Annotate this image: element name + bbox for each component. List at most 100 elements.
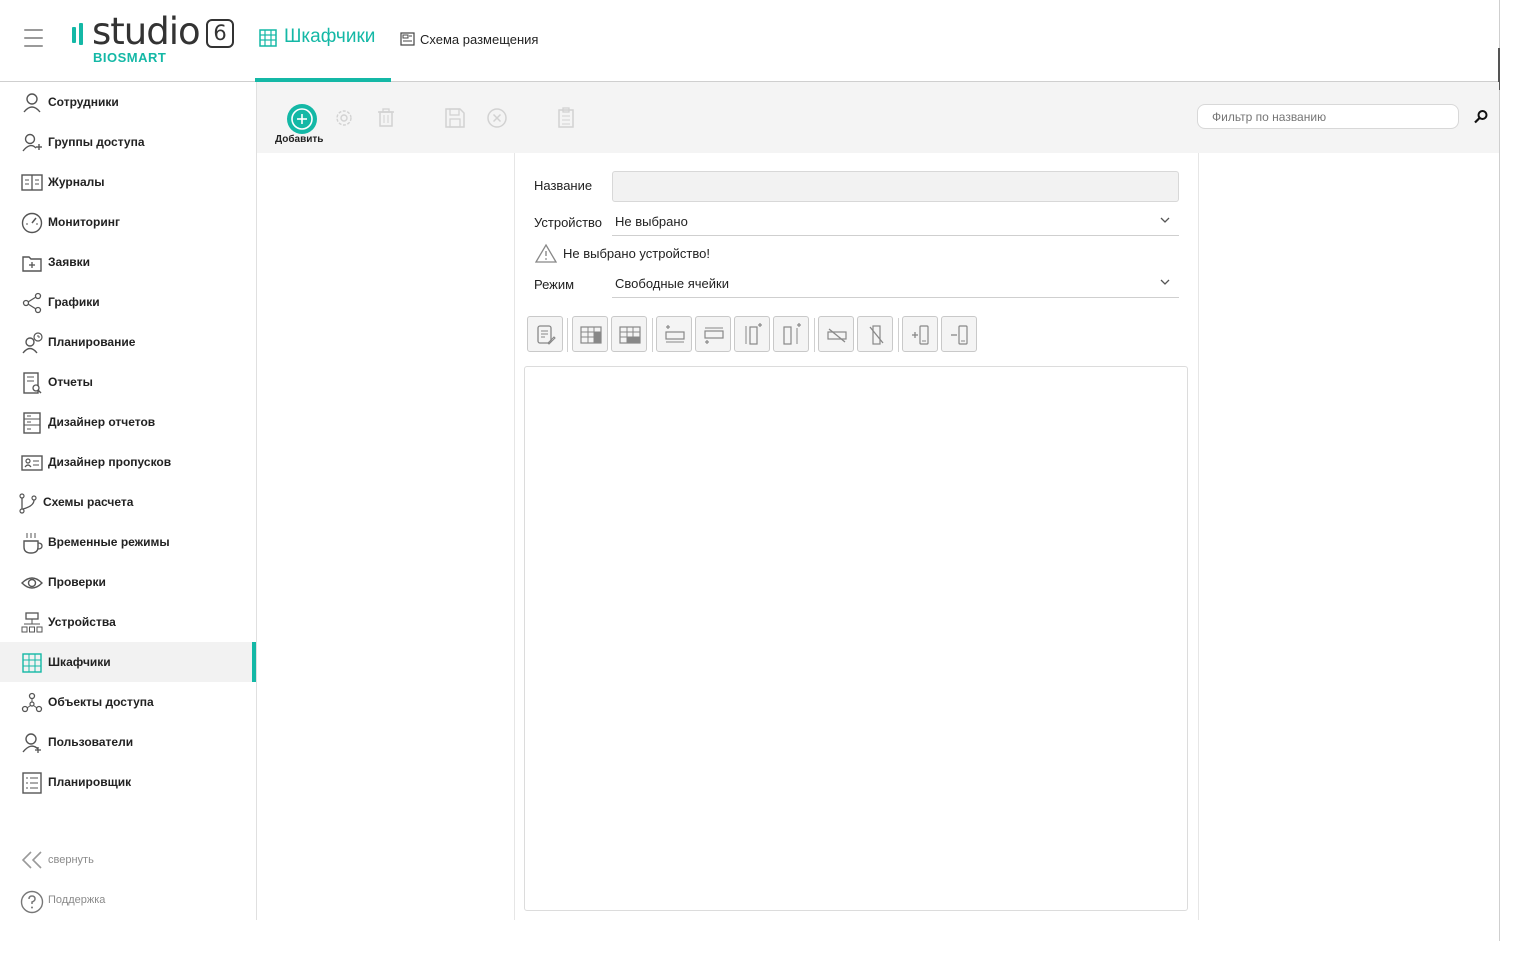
support-label: Поддержка: [48, 894, 106, 906]
edit-cell-button[interactable]: [527, 316, 563, 352]
logo-sub: BIOSMART: [93, 50, 167, 65]
deselect-cells-button[interactable]: [611, 316, 647, 352]
sidebar-item-scheduler[interactable]: Планировщик: [0, 762, 256, 802]
sidebar-item-planning[interactable]: Планирование: [0, 322, 256, 362]
sidebar-item-users[interactable]: Пользователи: [0, 722, 256, 762]
report-search-icon: [23, 372, 42, 394]
add-row-above-button[interactable]: [656, 316, 692, 352]
sidebar-item-requests[interactable]: Заявки: [0, 242, 256, 282]
close-circle-icon: [487, 108, 507, 128]
sidebar-item-reports[interactable]: Отчеты: [0, 362, 256, 402]
tab-lockers-label: Шкафчики: [284, 26, 376, 47]
sidebar-item-label: Графики: [48, 295, 100, 309]
sidebar-item-label: Проверки: [48, 575, 106, 589]
sidebar-item-time-modes[interactable]: Временные режимы: [0, 522, 256, 562]
add-cell-button[interactable]: [902, 316, 938, 352]
sidebar-item-label: Схемы расчета: [43, 495, 134, 509]
sidebar-item-lockers[interactable]: Шкафчики: [0, 642, 256, 682]
device-select-value: Не выбрано: [615, 214, 688, 229]
chevron-down-icon: [1160, 279, 1170, 285]
add-row-below-button[interactable]: [695, 316, 731, 352]
book-icon: [21, 174, 43, 191]
sidebar-item-label: Временные режимы: [48, 535, 170, 549]
nodes-icon: [21, 692, 43, 713]
delete-row-button[interactable]: [818, 316, 854, 352]
mode-select[interactable]: Свободные ячейки: [612, 273, 1179, 298]
clipboard-button[interactable]: [552, 104, 580, 132]
list-icon: [22, 772, 42, 794]
locker-icon: [22, 653, 42, 673]
sidebar-item-pass-designer[interactable]: Дизайнер пропусков: [0, 442, 256, 482]
sidebar-item-label: Группы доступа: [48, 135, 145, 149]
sidebar-item-journals[interactable]: Журналы: [0, 162, 256, 202]
column-delete-icon: [869, 325, 884, 345]
sidebar-item-label: Мониторинг: [48, 215, 120, 229]
user-plus-icon: [22, 733, 41, 753]
cell-remove-icon: [951, 325, 968, 345]
remove-cell-button[interactable]: [941, 316, 977, 352]
collapse-button[interactable]: свернуть: [0, 846, 256, 876]
cancel-button[interactable]: [483, 104, 511, 132]
logo-word: studio: [92, 10, 201, 53]
sidebar-item-label: Планирование: [48, 335, 136, 349]
sidebar-item-access-objects[interactable]: Объекты доступа: [0, 682, 256, 722]
device-select[interactable]: Не выбрано: [612, 211, 1179, 236]
sidebar-item-employees[interactable]: Сотрудники: [0, 82, 256, 122]
logo-mark-icon: [72, 23, 86, 47]
mode-label: Режим: [534, 277, 575, 292]
id-card-icon: [21, 455, 43, 471]
sidebar-item-label: Заявки: [48, 255, 90, 269]
sidebar-item-label: Шкафчики: [48, 655, 111, 669]
cell-add-icon: [912, 325, 929, 345]
settings-button[interactable]: [330, 104, 358, 132]
add-button[interactable]: [287, 104, 317, 134]
support-button[interactable]: Поддержка: [0, 886, 256, 916]
sidebar-item-label: Дизайнер отчетов: [48, 415, 156, 429]
add-column-left-button[interactable]: [734, 316, 770, 352]
row-insert-above-icon: [665, 325, 685, 343]
edit-document-icon: [537, 325, 556, 345]
device-label: Устройство: [534, 215, 603, 230]
warning-icon: [535, 243, 557, 263]
sidebar-item-calc-schemes[interactable]: Схемы расчета: [0, 482, 256, 522]
filter-input[interactable]: [1197, 104, 1459, 129]
sidebar-item-checks[interactable]: Проверки: [0, 562, 256, 602]
row-insert-below-icon: [704, 327, 724, 344]
delete-button[interactable]: [372, 104, 400, 132]
branch-icon: [19, 493, 37, 514]
gauge-icon: [21, 212, 43, 234]
save-button[interactable]: [441, 104, 469, 132]
sidebar-item-devices[interactable]: Устройства: [0, 602, 256, 642]
scheme-icon: [400, 32, 415, 46]
sidebar-item-label: Отчеты: [48, 375, 93, 389]
app-header: studio 6 BIOSMART Шкафчики Схема размеще…: [0, 0, 1500, 82]
name-input[interactable]: [612, 171, 1179, 202]
logo-version: 6: [206, 19, 234, 48]
report-design-icon: [23, 412, 41, 434]
eye-icon: [21, 577, 43, 589]
toolbar: Добавить: [257, 82, 1499, 153]
gear-icon: [336, 110, 352, 126]
folder-plus-icon: [22, 256, 42, 272]
user-clock-icon: [22, 332, 43, 354]
sidebar-item-report-designer[interactable]: Дизайнер отчетов: [0, 402, 256, 442]
tab-lockers[interactable]: Шкафчики: [255, 0, 391, 82]
search-icon[interactable]: [1473, 109, 1489, 125]
sidebar-item-monitoring[interactable]: Мониторинг: [0, 202, 256, 242]
collapse-label: свернуть: [48, 854, 94, 866]
plus-circle-icon: [291, 108, 313, 130]
add-column-right-button[interactable]: [773, 316, 809, 352]
delete-column-button[interactable]: [857, 316, 893, 352]
sidebar-item-charts[interactable]: Графики: [0, 282, 256, 322]
cup-icon: [23, 533, 43, 554]
sidebar-item-access-groups[interactable]: Группы доступа: [0, 122, 256, 162]
select-cells-button[interactable]: [572, 316, 608, 352]
locker-layout-canvas[interactable]: [524, 366, 1188, 911]
sidebar-item-label: Пользователи: [48, 735, 134, 749]
tab-placement-scheme-label: Схема размещения: [420, 32, 539, 47]
name-label: Название: [534, 178, 593, 193]
sidebar-item-label: Планировщик: [48, 775, 132, 789]
menu-icon[interactable]: [24, 29, 43, 47]
sidebar-item-label: Журналы: [48, 175, 105, 189]
save-icon: [445, 108, 465, 128]
